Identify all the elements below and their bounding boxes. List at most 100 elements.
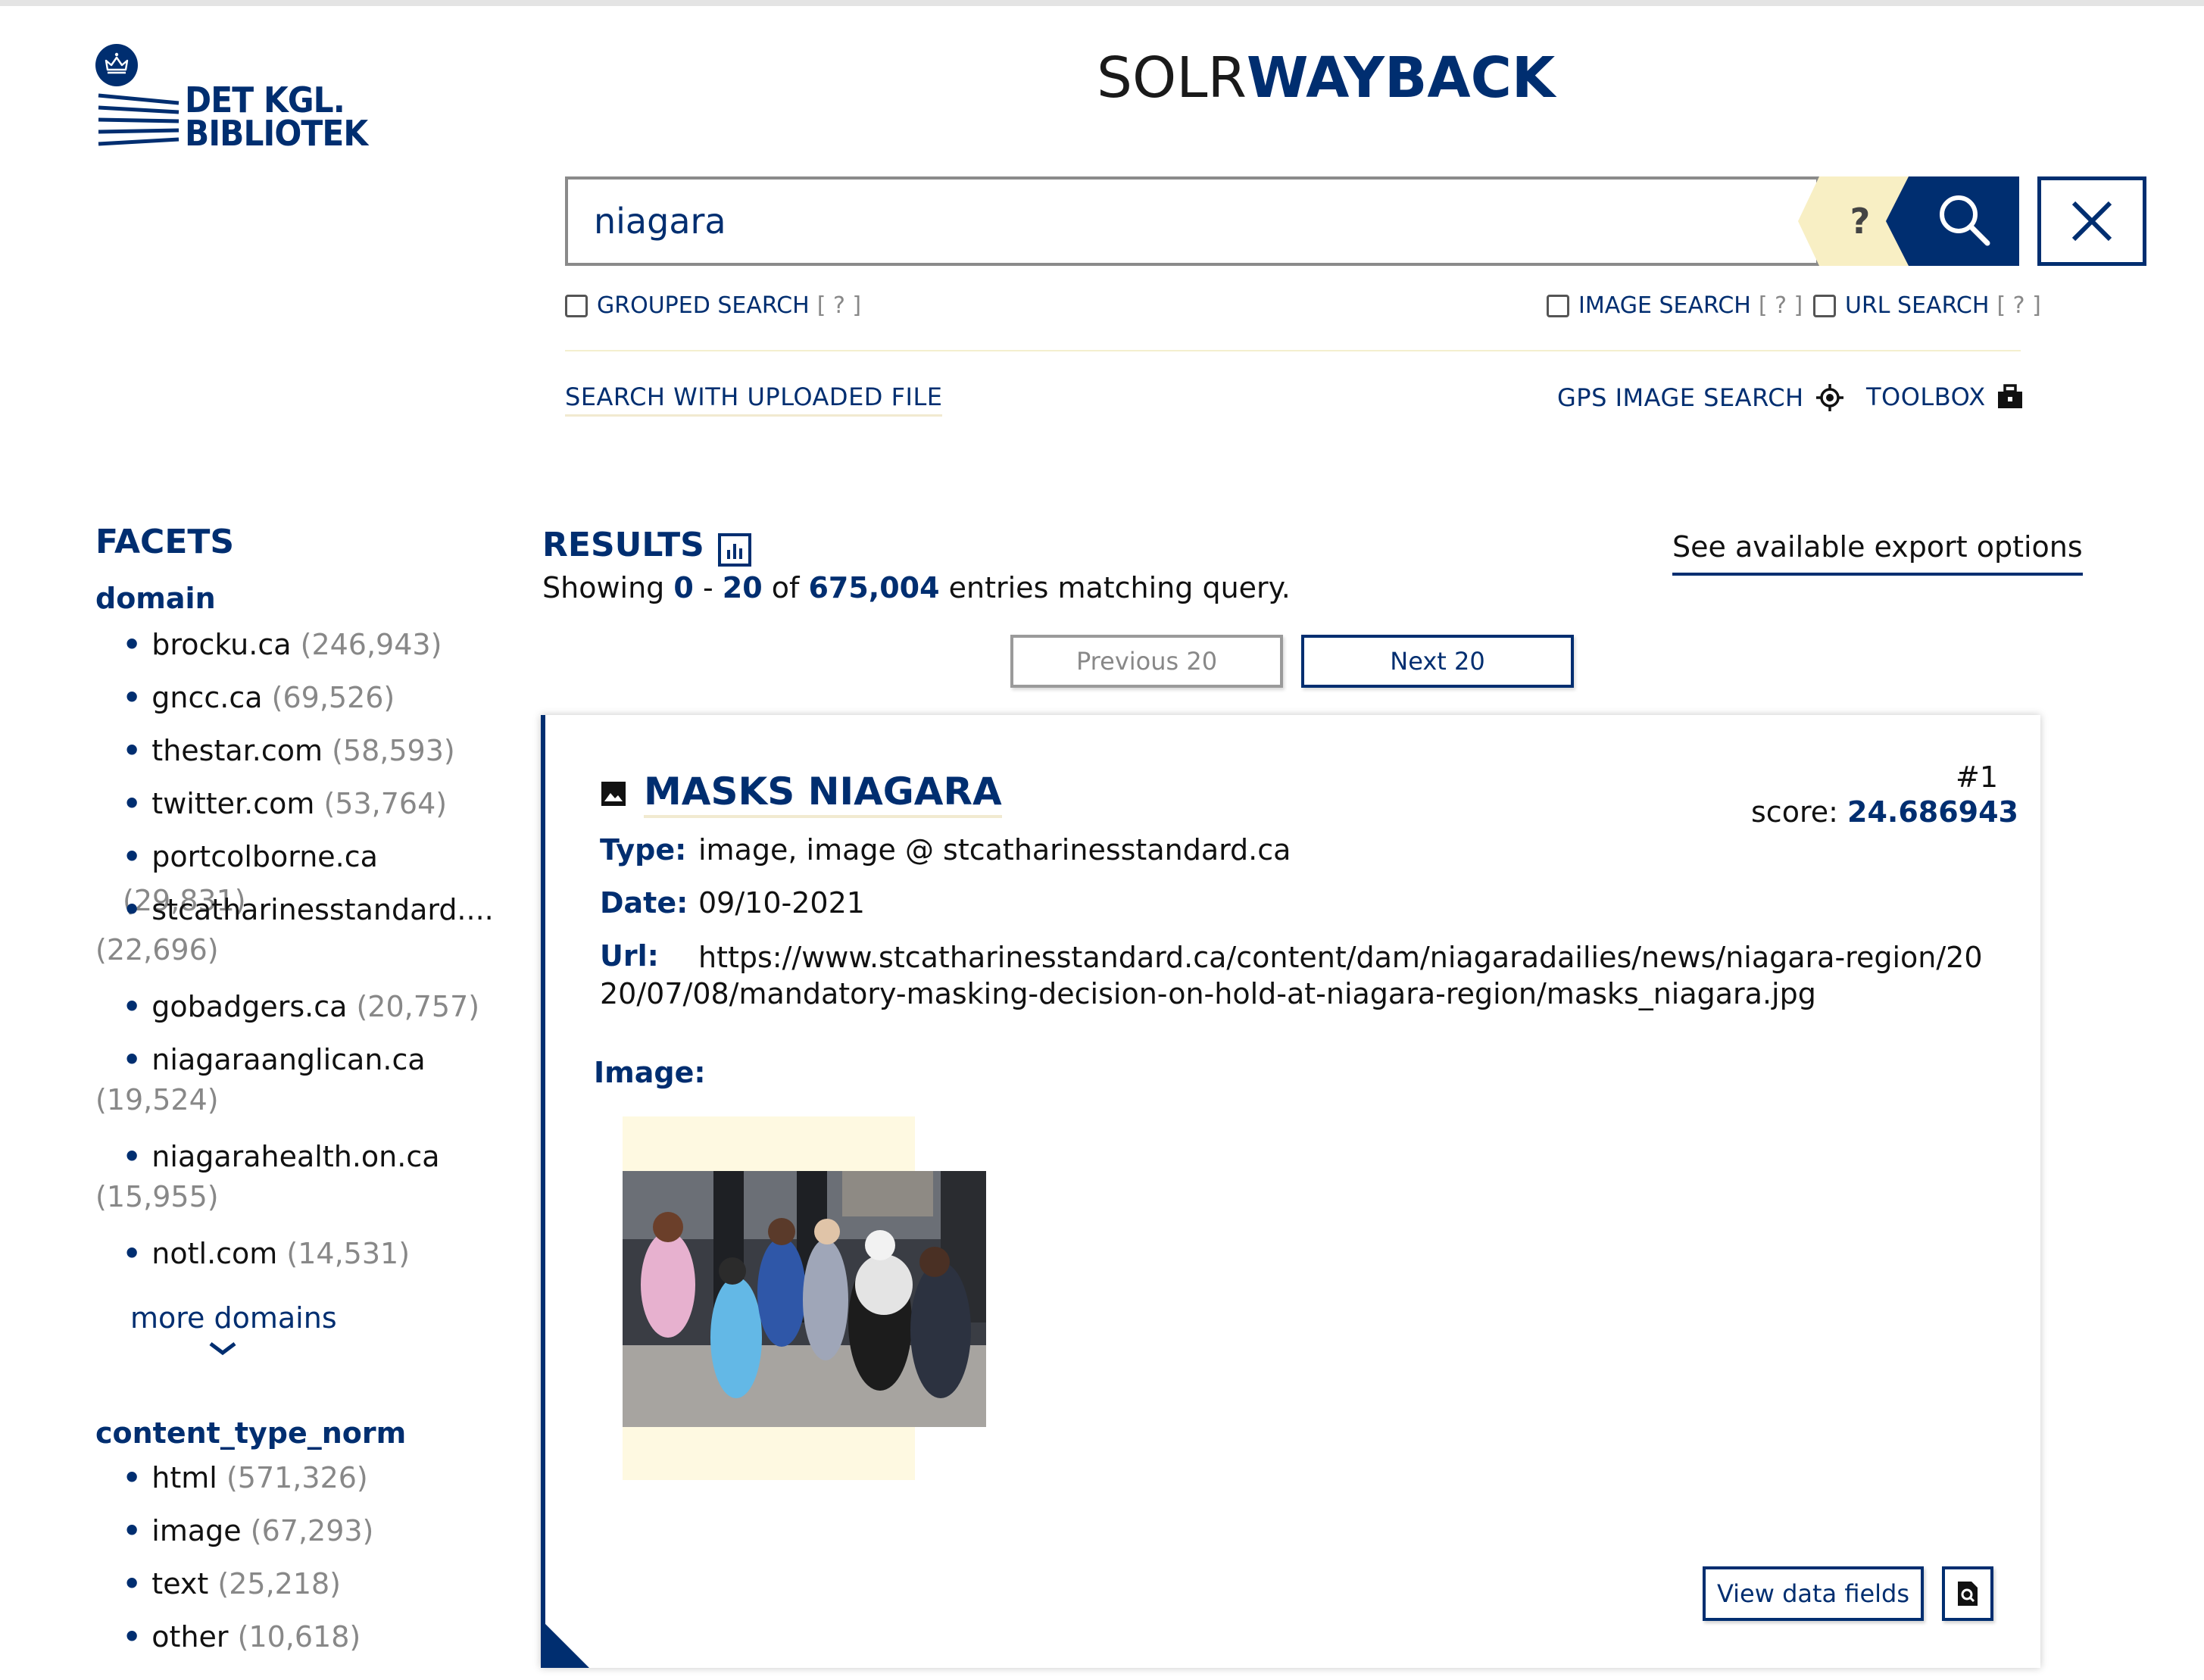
result-rank: #1 bbox=[1956, 760, 1999, 794]
image-icon bbox=[601, 782, 626, 806]
facet-item[interactable]: • stcatharinesstandard.... bbox=[123, 888, 501, 932]
facet-item[interactable]: • text (25,218) bbox=[123, 1562, 501, 1606]
facets-heading: FACETS bbox=[95, 523, 235, 561]
next-page-button[interactable]: Next 20 bbox=[1301, 635, 1574, 688]
facet-name: niagarahealth.on.ca bbox=[151, 1140, 440, 1173]
logo-line1: DET KGL. bbox=[185, 80, 345, 120]
facet-item[interactable]: • twitter.com (53,764) bbox=[123, 782, 501, 826]
date-label: Date: bbox=[600, 886, 688, 920]
image-search-hint[interactable]: [ ? ] bbox=[1759, 292, 1803, 319]
toolbox-label: TOOLBOX bbox=[1866, 383, 1986, 411]
export-options-link[interactable]: See available export options bbox=[1672, 530, 2083, 576]
card-corner-marker bbox=[541, 1619, 589, 1668]
facet-item[interactable]: • niagarahealth.on.ca bbox=[123, 1135, 501, 1179]
facet-item[interactable]: • image (67,293) bbox=[123, 1509, 501, 1553]
options-divider bbox=[565, 350, 2021, 351]
summary-prefix: Showing bbox=[542, 571, 665, 604]
chevron-down-icon[interactable] bbox=[208, 1341, 238, 1357]
top-border bbox=[0, 0, 2204, 6]
facet-name: brocku.ca bbox=[151, 628, 292, 661]
chart-icon[interactable] bbox=[717, 533, 751, 567]
library-logo[interactable]: DET KGL. BIBLIOTEK bbox=[185, 80, 368, 154]
facet-count: (15,955) bbox=[95, 1180, 219, 1213]
image-search-label: IMAGE SEARCH bbox=[1578, 292, 1751, 319]
facet-count: (22,696) bbox=[95, 933, 219, 966]
document-search-icon bbox=[1958, 1582, 1978, 1606]
summary-total: 675,004 bbox=[808, 571, 940, 604]
previous-page-button[interactable]: Previous 20 bbox=[1010, 635, 1283, 688]
document-search-button[interactable] bbox=[1942, 1566, 1993, 1621]
results-heading-label: RESULTS bbox=[542, 525, 704, 564]
facet-name: thestar.com bbox=[151, 734, 323, 767]
url-search-checkbox[interactable] bbox=[1813, 294, 1836, 317]
facet-name: gncc.ca bbox=[151, 681, 263, 714]
close-icon bbox=[2071, 201, 2112, 242]
result-title-label: MASKS NIAGARA bbox=[644, 770, 1002, 818]
app-title[interactable]: SOLRWAYBACK bbox=[1097, 45, 1555, 111]
facet-item[interactable]: • gncc.ca (69,526) bbox=[123, 676, 501, 720]
facet-name: twitter.com bbox=[151, 787, 315, 820]
facet-item[interactable]: • other (10,618) bbox=[123, 1615, 501, 1659]
app-title-part1: SOLR bbox=[1097, 45, 1247, 111]
gps-icon bbox=[1815, 384, 1843, 411]
facet-name: portcolborne.ca bbox=[151, 840, 378, 873]
facet-name: gobadgers.ca bbox=[151, 990, 348, 1023]
grouped-search-checkbox[interactable] bbox=[565, 294, 588, 317]
result-thumbnail[interactable] bbox=[623, 1171, 986, 1427]
facet-item[interactable]: • html (571,326) bbox=[123, 1456, 501, 1500]
score-value: 24.686943 bbox=[1847, 795, 2018, 829]
facet-count: (58,593) bbox=[332, 734, 455, 767]
search-button[interactable] bbox=[1886, 176, 2019, 266]
facet-name: other bbox=[151, 1620, 229, 1653]
type-value: image, image @ stcatharinesstandard.ca bbox=[698, 833, 1291, 867]
image-search-checkbox[interactable] bbox=[1547, 294, 1569, 317]
facet-group-content-type: content_type_norm bbox=[95, 1416, 407, 1450]
summary-suffix: entries matching query. bbox=[948, 571, 1291, 604]
summary-dash: - bbox=[702, 571, 713, 604]
score-label: score: bbox=[1751, 795, 1838, 829]
facet-item[interactable]: • brocku.ca (246,943) bbox=[123, 623, 501, 667]
facet-count: (20,757) bbox=[356, 990, 480, 1023]
image-search-option[interactable]: IMAGE SEARCH [ ? ] bbox=[1547, 292, 1803, 319]
summary-of: of bbox=[771, 571, 800, 604]
clear-search-button[interactable] bbox=[2037, 176, 2146, 266]
facet-item[interactable]: • notl.com (14,531) bbox=[123, 1232, 501, 1276]
logo-line2: BIBLIOTEK bbox=[185, 113, 368, 154]
facet-group-domain: domain bbox=[95, 582, 216, 615]
facet-count: (571,326) bbox=[226, 1461, 368, 1494]
toolbox-icon bbox=[1997, 384, 2022, 408]
toolbox-link[interactable]: TOOLBOX bbox=[1866, 383, 2024, 411]
more-domains-link[interactable]: more domains bbox=[130, 1301, 337, 1335]
facet-item[interactable]: • niagaraanglican.ca bbox=[123, 1038, 501, 1082]
date-value: 09/10-2021 bbox=[698, 886, 865, 920]
facet-count: (53,764) bbox=[323, 787, 448, 820]
facet-name: text bbox=[151, 1567, 209, 1600]
grouped-search-option[interactable]: GROUPED SEARCH [ ? ] bbox=[565, 292, 861, 319]
url-search-hint[interactable]: [ ? ] bbox=[1996, 292, 2040, 319]
facet-count: (10,618) bbox=[237, 1620, 361, 1653]
facet-count: (67,293) bbox=[250, 1514, 374, 1547]
url-search-option[interactable]: URL SEARCH [ ? ] bbox=[1813, 292, 2041, 319]
summary-from: 0 bbox=[673, 571, 694, 604]
image-label: Image: bbox=[594, 1056, 706, 1089]
upload-search-link[interactable]: SEARCH WITH UPLOADED FILE bbox=[565, 383, 943, 417]
crown-icon bbox=[95, 44, 138, 86]
view-data-fields-button[interactable]: View data fields bbox=[1703, 1566, 1924, 1621]
grouped-search-hint[interactable]: [ ? ] bbox=[817, 292, 861, 319]
url-value[interactable]: https://www.stcatharinesstandard.ca/cont… bbox=[600, 939, 1993, 1012]
facet-name: image bbox=[151, 1514, 242, 1547]
search-input[interactable] bbox=[576, 183, 1787, 259]
app-title-part2: WAYBACK bbox=[1246, 45, 1556, 111]
facet-item[interactable]: • gobadgers.ca (20,757) bbox=[123, 985, 501, 1029]
gps-search-label: GPS IMAGE SEARCH bbox=[1557, 383, 1804, 412]
result-title[interactable]: MASKS NIAGARA bbox=[600, 770, 1002, 818]
gps-image-search-link[interactable]: GPS IMAGE SEARCH bbox=[1557, 383, 1845, 413]
facet-count: (14,531) bbox=[286, 1237, 411, 1270]
results-heading: RESULTS bbox=[542, 523, 751, 567]
facet-count: (69,526) bbox=[271, 681, 395, 714]
facet-count: (246,943) bbox=[300, 628, 442, 661]
facet-item[interactable]: • thestar.com (58,593) bbox=[123, 729, 501, 773]
facet-count: (25,218) bbox=[217, 1567, 342, 1600]
type-label: Type: bbox=[600, 833, 687, 867]
grouped-search-label: GROUPED SEARCH bbox=[597, 292, 810, 319]
